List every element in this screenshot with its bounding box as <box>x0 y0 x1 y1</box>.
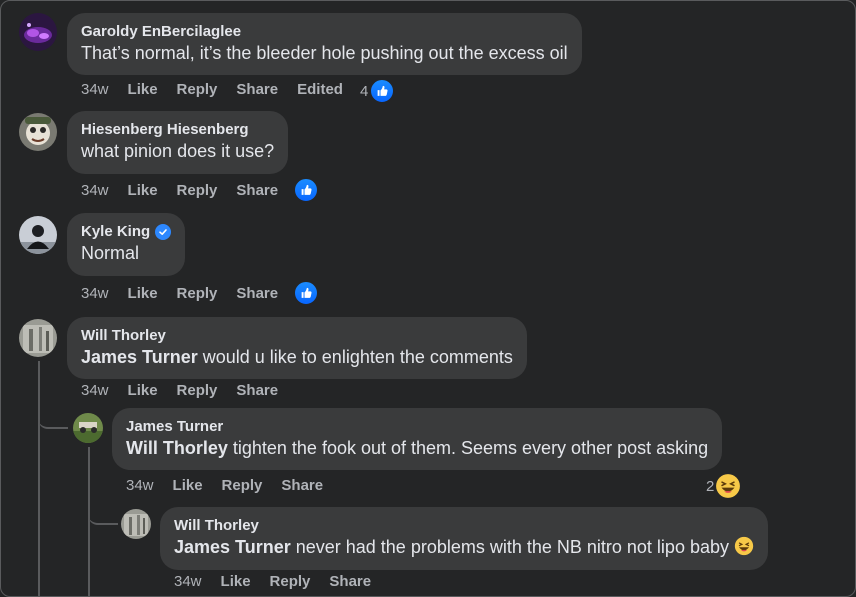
timestamp[interactable]: 34w <box>81 81 109 98</box>
mention-link[interactable]: James Turner <box>174 537 291 557</box>
reply-button[interactable]: Reply <box>177 285 218 302</box>
mention-link[interactable]: James Turner <box>81 347 198 367</box>
author-name[interactable]: Kyle King <box>81 222 150 241</box>
comment-bubble: Hiesenberg Hiesenberg what pinion does i… <box>67 111 289 174</box>
like-button[interactable]: Like <box>128 182 158 199</box>
timestamp[interactable]: 34w <box>81 182 109 199</box>
comment-text: That’s normal, it’s the bleeder hole pus… <box>81 43 568 63</box>
comment-text: Will Thorley tighten the fook out of the… <box>126 436 708 460</box>
reply-button[interactable]: Reply <box>177 81 218 98</box>
reaction-count: 4 <box>360 82 369 100</box>
share-button[interactable]: Share <box>236 382 278 399</box>
comment-bubble: Garoldy EnBercilaglee That’s normal, it’… <box>67 13 582 75</box>
share-button[interactable]: Share <box>281 477 323 494</box>
comment-author[interactable]: Hiesenberg Hiesenberg <box>81 120 274 139</box>
comment-body: would u like to enlighten the comments <box>202 347 513 367</box>
avatar-image <box>19 319 57 357</box>
comment-bubble: James Turner Will Thorley tighten the fo… <box>112 408 723 470</box>
comment-actions: 34w Like Reply Share <box>81 285 297 302</box>
comment-author: Kyle King <box>81 222 172 241</box>
avatar-image <box>19 216 57 254</box>
thread-line <box>88 447 90 596</box>
comment-bubble: Kyle King Normal <box>67 213 186 276</box>
avatar-image <box>19 13 57 51</box>
comment-author[interactable]: Will Thorley <box>174 516 754 535</box>
comment-bubble: Will Thorley James Turner would u like t… <box>67 317 527 379</box>
reaction-summary[interactable] <box>293 177 319 203</box>
haha-icon <box>715 473 741 499</box>
avatar-image <box>121 509 151 539</box>
like-button[interactable]: Like <box>128 382 158 399</box>
share-button[interactable]: Share <box>236 81 278 98</box>
comment-text: James Turner never had the problems with… <box>174 535 754 559</box>
like-button[interactable]: Like <box>221 573 251 590</box>
reply-button[interactable]: Reply <box>177 382 218 399</box>
reaction-count: 2 <box>706 477 715 495</box>
thread-connector <box>88 497 118 525</box>
comment-text: what pinion does it use? <box>81 141 275 161</box>
reaction-summary[interactable] <box>293 280 319 306</box>
like-icon <box>369 78 396 104</box>
comment-author[interactable]: James Turner <box>126 417 708 436</box>
like-icon <box>293 280 319 306</box>
thread-connector <box>38 401 68 429</box>
avatar[interactable] <box>19 13 57 51</box>
avatar-image <box>19 113 57 151</box>
comment-actions: 34w Like Reply Share <box>81 382 297 399</box>
avatar-image <box>73 413 103 443</box>
reply-button[interactable]: Reply <box>222 477 263 494</box>
like-button[interactable]: Like <box>128 285 158 302</box>
comment-author[interactable]: Will Thorley <box>81 326 513 345</box>
comment-author[interactable]: Garoldy EnBercilaglee <box>81 22 568 41</box>
reaction-summary[interactable]: 2 <box>706 473 741 499</box>
reply-button[interactable]: Reply <box>177 182 218 199</box>
comment-actions: 34w Like Reply Share <box>126 477 342 494</box>
comment-text: James Turner would u like to enlighten t… <box>81 345 513 369</box>
comment-body: tighten the fook out of them. Seems ever… <box>232 438 709 458</box>
share-button[interactable]: Share <box>329 573 371 590</box>
timestamp[interactable]: 34w <box>126 477 154 494</box>
comment-thread: Garoldy EnBercilaglee That’s normal, it’… <box>0 0 856 597</box>
like-button[interactable]: Like <box>173 477 203 494</box>
verified-badge-icon <box>155 223 172 240</box>
avatar[interactable] <box>19 113 57 151</box>
timestamp[interactable]: 34w <box>81 285 109 302</box>
reply-button[interactable]: Reply <box>270 573 311 590</box>
haha-emoji-icon <box>734 536 754 556</box>
like-icon <box>293 177 319 203</box>
thread-line <box>38 361 40 596</box>
avatar[interactable] <box>73 413 103 443</box>
comment-bubble: Will Thorley James Turner never had the … <box>160 507 768 570</box>
avatar[interactable] <box>19 319 57 357</box>
avatar[interactable] <box>19 216 57 254</box>
timestamp[interactable]: 34w <box>81 382 109 399</box>
reaction-summary[interactable]: 4 <box>360 78 396 104</box>
comment-text: Normal <box>81 243 140 263</box>
share-button[interactable]: Share <box>236 285 278 302</box>
edited-label[interactable]: Edited <box>297 81 343 98</box>
mention-link[interactable]: Will Thorley <box>126 438 228 458</box>
timestamp[interactable]: 34w <box>174 573 202 590</box>
avatar[interactable] <box>121 509 151 539</box>
like-button[interactable]: Like <box>128 81 158 98</box>
comment-actions: 34w Like Reply Share Edited <box>81 81 362 98</box>
comment-actions: 34w Like Reply Share <box>81 182 297 199</box>
comment-actions: 34w Like Reply Share <box>174 573 390 590</box>
share-button[interactable]: Share <box>236 182 278 199</box>
comment-body: never had the problems with the NB nitro… <box>295 537 729 557</box>
